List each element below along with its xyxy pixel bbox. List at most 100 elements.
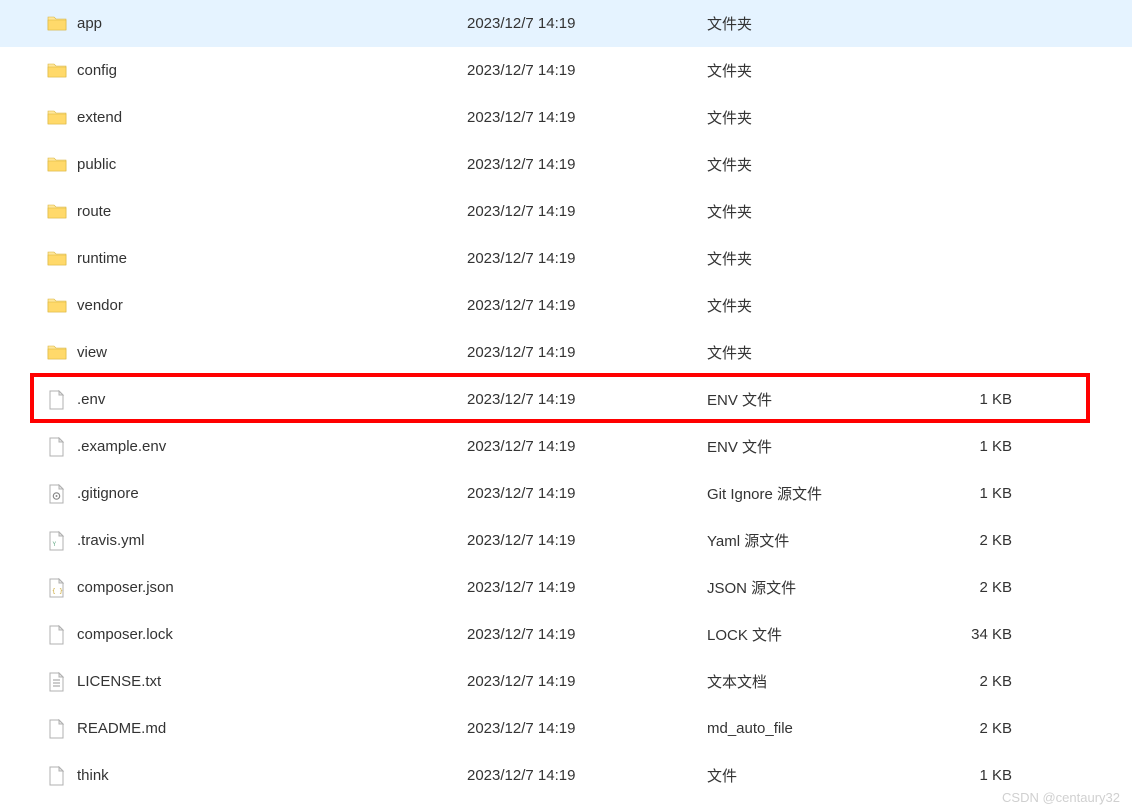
folder-icon (47, 296, 67, 316)
file-date-cell: 2023/12/7 14:19 (467, 156, 707, 173)
file-type-cell: 文件夹 (707, 248, 942, 269)
file-row[interactable]: .example.env 2023/12/7 14:19ENV 文件1 KB (0, 423, 1132, 470)
file-type-cell: 文件夹 (707, 107, 942, 128)
file-date-cell: 2023/12/7 14:19 (467, 203, 707, 220)
file-list: app2023/12/7 14:19文件夹config2023/12/7 14:… (0, 0, 1132, 799)
file-row[interactable]: config 2023/12/7 14:19文件夹 (0, 47, 1132, 94)
svg-text:{ }: { } (52, 588, 63, 595)
file-icon (47, 484, 67, 504)
file-type-cell: 文件夹 (707, 342, 942, 363)
file-row[interactable]: extend 2023/12/7 14:19文件夹 (0, 94, 1132, 141)
file-row[interactable]: composer.lock2023/12/7 14:19LOCK 文件34 KB (0, 611, 1132, 658)
file-name-cell: { } composer.json (47, 578, 467, 598)
file-name-label: .example.env (77, 438, 166, 455)
file-name-cell: runtime (47, 249, 467, 269)
file-row[interactable]: { }composer.json2023/12/7 14:19JSON 源文件2… (0, 564, 1132, 611)
file-name-cell: LICENSE.txt (47, 672, 467, 692)
file-row[interactable]: LICENSE.txt 2023/12/7 14:19文本文档2 KB (0, 658, 1132, 705)
file-name-cell: think (47, 766, 467, 786)
file-date-cell: 2023/12/7 14:19 (467, 297, 707, 314)
file-type-cell: 文件夹 (707, 13, 942, 34)
file-name-label: config (77, 62, 117, 79)
file-row[interactable]: think 2023/12/7 14:19文件1 KB (0, 752, 1132, 799)
file-date-cell: 2023/12/7 14:19 (467, 15, 707, 32)
file-type-cell: 文件 (707, 765, 942, 786)
file-date-cell: 2023/12/7 14:19 (467, 579, 707, 596)
folder-icon (47, 14, 67, 34)
file-name-label: route (77, 203, 111, 220)
file-type-cell: Yaml 源文件 (707, 530, 942, 551)
file-row[interactable]: public 2023/12/7 14:19文件夹 (0, 141, 1132, 188)
file-size-cell: 2 KB (942, 532, 1032, 549)
file-date-cell: 2023/12/7 14:19 (467, 109, 707, 126)
file-type-cell: 文本文档 (707, 671, 942, 692)
file-row[interactable]: view2023/12/7 14:19文件夹 (0, 329, 1132, 376)
file-type-cell: 文件夹 (707, 60, 942, 81)
file-row[interactable]: app 2023/12/7 14:19文件夹 (0, 0, 1132, 47)
file-date-cell: 2023/12/7 14:19 (467, 532, 707, 549)
file-name-label: composer.json (77, 579, 174, 596)
file-name-label: .env (77, 391, 105, 408)
file-row[interactable]: runtime 2023/12/7 14:19文件夹 (0, 235, 1132, 282)
file-name-label: public (77, 156, 116, 173)
file-row[interactable]: vendor 2023/12/7 14:19文件夹 (0, 282, 1132, 329)
folder-icon (47, 155, 67, 175)
file-name-cell: Y .travis.yml (47, 531, 467, 551)
file-date-cell: 2023/12/7 14:19 (467, 673, 707, 690)
file-name-cell: view (47, 343, 467, 363)
file-name-label: .gitignore (77, 485, 139, 502)
file-name-cell: composer.lock (47, 625, 467, 645)
file-icon (47, 766, 67, 786)
file-name-label: vendor (77, 297, 123, 314)
file-name-cell: public (47, 155, 467, 175)
file-name-label: extend (77, 109, 122, 126)
file-size-cell: 1 KB (942, 391, 1032, 408)
file-date-cell: 2023/12/7 14:19 (467, 438, 707, 455)
file-date-cell: 2023/12/7 14:19 (467, 250, 707, 267)
file-name-cell: README.md (47, 719, 467, 739)
file-row[interactable]: Y .travis.yml 2023/12/7 14:19Yaml 源文件2 KB (0, 517, 1132, 564)
file-size-cell: 2 KB (942, 720, 1032, 737)
file-name-cell: .env (47, 390, 467, 410)
file-name-cell: extend (47, 108, 467, 128)
file-type-cell: ENV 文件 (707, 389, 942, 410)
file-icon: Y (47, 531, 67, 551)
watermark: CSDN @centaury32 (1002, 790, 1120, 805)
file-size-cell: 2 KB (942, 673, 1032, 690)
file-row[interactable]: README.md2023/12/7 14:19md_auto_file2 KB (0, 705, 1132, 752)
svg-text:Y: Y (53, 541, 57, 548)
file-name-label: composer.lock (77, 626, 173, 643)
file-name-label: .travis.yml (77, 532, 145, 549)
file-name-label: runtime (77, 250, 127, 267)
file-type-cell: md_auto_file (707, 720, 942, 737)
file-name-cell: route (47, 202, 467, 222)
file-name-label: LICENSE.txt (77, 673, 161, 690)
file-type-cell: 文件夹 (707, 295, 942, 316)
file-date-cell: 2023/12/7 14:19 (467, 626, 707, 643)
file-date-cell: 2023/12/7 14:19 (467, 720, 707, 737)
file-icon (47, 437, 67, 457)
file-name-cell: config (47, 61, 467, 81)
file-date-cell: 2023/12/7 14:19 (467, 62, 707, 79)
file-row[interactable]: route 2023/12/7 14:19文件夹 (0, 188, 1132, 235)
file-date-cell: 2023/12/7 14:19 (467, 767, 707, 784)
file-size-cell: 1 KB (942, 438, 1032, 455)
file-row[interactable]: .env2023/12/7 14:19ENV 文件1 KB (0, 376, 1132, 423)
file-name-cell: app (47, 14, 467, 34)
file-icon (47, 672, 67, 692)
file-icon (47, 719, 67, 739)
file-size-cell: 1 KB (942, 485, 1032, 502)
file-type-cell: 文件夹 (707, 154, 942, 175)
file-size-cell: 1 KB (942, 767, 1032, 784)
file-row[interactable]: .gitignore2023/12/7 14:19Git Ignore 源文件1… (0, 470, 1132, 517)
folder-icon (47, 343, 67, 363)
file-name-label: think (77, 767, 109, 784)
file-name-label: app (77, 15, 102, 32)
file-type-cell: ENV 文件 (707, 436, 942, 457)
file-size-cell: 2 KB (942, 579, 1032, 596)
file-name-cell: vendor (47, 296, 467, 316)
file-icon: { } (47, 578, 67, 598)
file-name-label: view (77, 344, 107, 361)
file-date-cell: 2023/12/7 14:19 (467, 485, 707, 502)
file-type-cell: 文件夹 (707, 201, 942, 222)
